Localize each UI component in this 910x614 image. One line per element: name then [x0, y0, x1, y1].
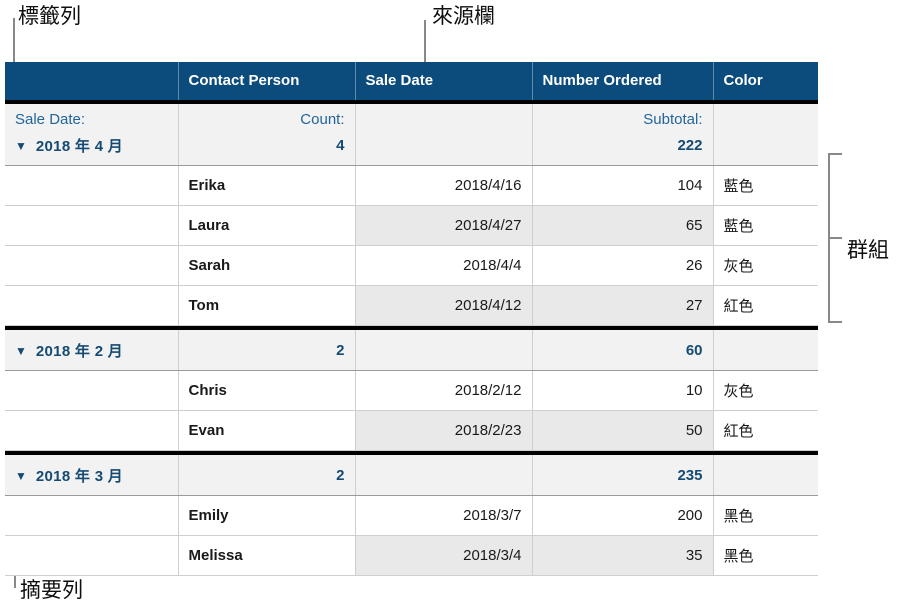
cell-color: 藍色 [713, 205, 818, 246]
cell-contact-person: Melissa [178, 535, 356, 576]
row-blank-cell [5, 370, 179, 411]
cell-number-ordered: 26 [532, 245, 714, 286]
group-subtotal: 222 [532, 130, 714, 166]
group-count: 2 [178, 330, 356, 371]
table-row[interactable]: Sarah 2018/4/4 26 灰色 [5, 245, 818, 286]
label-sale-date [355, 104, 533, 130]
pivot-table-grid: Contact Person Sale Date Number Ordered … [5, 62, 818, 576]
group-color-blank [713, 455, 818, 496]
group-summary-row[interactable]: ▼ 2018 年 3 月 2 235 [5, 455, 818, 496]
label-subtotal: Subtotal: [532, 104, 714, 130]
cell-sale-date: 2018/2/23 [355, 410, 533, 451]
table-row[interactable]: Erika 2018/4/16 104 藍色 [5, 165, 818, 206]
pivot-table: Contact Person Sale Date Number Ordered … [5, 62, 818, 576]
cell-contact-person: Chris [178, 370, 356, 411]
leader-line-source-column-vertical [424, 20, 426, 62]
row-blank-cell [5, 245, 179, 286]
leader-bracket-group-bottom [828, 321, 842, 323]
row-blank-cell [5, 495, 179, 536]
group-summary-row[interactable]: ▼ 2018 年 2 月 2 60 [5, 330, 818, 371]
cell-contact-person: Emily [178, 495, 356, 536]
group-title-cell[interactable]: ▼ 2018 年 3 月 [5, 455, 179, 496]
cell-sale-date: 2018/4/4 [355, 245, 533, 286]
cell-contact-person: Sarah [178, 245, 356, 286]
cell-sale-date: 2018/3/7 [355, 495, 533, 536]
label-row: Sale Date: Count: Subtotal: [5, 104, 818, 130]
group-count: 4 [178, 130, 356, 166]
annotation-source-column: 來源欄 [432, 4, 495, 28]
cell-color: 灰色 [713, 370, 818, 411]
disclosure-triangle-icon[interactable]: ▼ [15, 344, 27, 358]
row-blank-cell [5, 165, 179, 206]
leader-bracket-group-top [828, 153, 842, 155]
screenshot-stage: 標籤列 來源欄 群組 摘要列 Contact Person Sale Date … [0, 0, 910, 614]
cell-number-ordered: 50 [532, 410, 714, 451]
cell-number-ordered: 104 [532, 165, 714, 206]
cell-color: 紅色 [713, 285, 818, 326]
cell-sale-date: 2018/4/12 [355, 285, 533, 326]
table-row[interactable]: Laura 2018/4/27 65 藍色 [5, 205, 818, 246]
cell-number-ordered: 65 [532, 205, 714, 246]
table-row[interactable]: Tom 2018/4/12 27 紅色 [5, 285, 818, 326]
disclosure-triangle-icon[interactable]: ▼ [15, 469, 27, 483]
cell-contact-person: Evan [178, 410, 356, 451]
cell-number-ordered: 200 [532, 495, 714, 536]
row-blank-cell [5, 285, 179, 326]
cell-sale-date: 2018/4/16 [355, 165, 533, 206]
group-sale-date-blank [355, 455, 533, 496]
annotation-summary-row: 摘要列 [20, 578, 83, 602]
row-blank-cell [5, 535, 179, 576]
group-color-blank [713, 130, 818, 166]
cell-number-ordered: 27 [532, 285, 714, 326]
column-header-color[interactable]: Color [713, 62, 818, 100]
column-header-blank[interactable] [5, 62, 179, 100]
leader-bracket-group-stem [828, 237, 842, 239]
row-blank-cell [5, 410, 179, 451]
group-title: 2018 年 3 月 [35, 467, 124, 485]
table-row[interactable]: Emily 2018/3/7 200 黑色 [5, 495, 818, 536]
group-title: 2018 年 4 月 [35, 137, 124, 155]
table-row[interactable]: Chris 2018/2/12 10 灰色 [5, 370, 818, 411]
group-count: 2 [178, 455, 356, 496]
group-sale-date-blank [355, 330, 533, 371]
annotation-group: 群組 [847, 238, 889, 262]
label-count: Count: [178, 104, 356, 130]
disclosure-triangle-icon[interactable]: ▼ [15, 139, 27, 153]
group-title: 2018 年 2 月 [35, 342, 124, 360]
column-header-sale-date[interactable]: Sale Date [355, 62, 533, 100]
cell-color: 藍色 [713, 165, 818, 206]
column-header-number-ordered[interactable]: Number Ordered [532, 62, 714, 100]
table-row[interactable]: Evan 2018/2/23 50 紅色 [5, 410, 818, 451]
label-color [713, 104, 818, 130]
cell-color: 黑色 [713, 495, 818, 536]
group-title-cell[interactable]: ▼ 2018 年 2 月 [5, 330, 179, 371]
cell-number-ordered: 35 [532, 535, 714, 576]
cell-contact-person: Tom [178, 285, 356, 326]
group-color-blank [713, 330, 818, 371]
cell-color: 紅色 [713, 410, 818, 451]
group-sale-date-blank [355, 130, 533, 166]
table-header-row: Contact Person Sale Date Number Ordered … [5, 62, 818, 100]
cell-contact-person: Erika [178, 165, 356, 206]
group-title-cell[interactable]: ▼ 2018 年 4 月 [5, 130, 179, 166]
group-subtotal: 235 [532, 455, 714, 496]
cell-sale-date: 2018/4/27 [355, 205, 533, 246]
label-group-by: Sale Date: [5, 104, 179, 130]
cell-contact-person: Laura [178, 205, 356, 246]
cell-sale-date: 2018/2/12 [355, 370, 533, 411]
table-row[interactable]: Melissa 2018/3/4 35 黑色 [5, 535, 818, 576]
cell-sale-date: 2018/3/4 [355, 535, 533, 576]
cell-number-ordered: 10 [532, 370, 714, 411]
group-subtotal: 60 [532, 330, 714, 371]
cell-color: 黑色 [713, 535, 818, 576]
column-header-contact-person[interactable]: Contact Person [178, 62, 356, 100]
annotation-label-row: 標籤列 [18, 4, 81, 28]
row-blank-cell [5, 205, 179, 246]
group-summary-row[interactable]: ▼ 2018 年 4 月 4 222 [5, 130, 818, 166]
cell-color: 灰色 [713, 245, 818, 286]
